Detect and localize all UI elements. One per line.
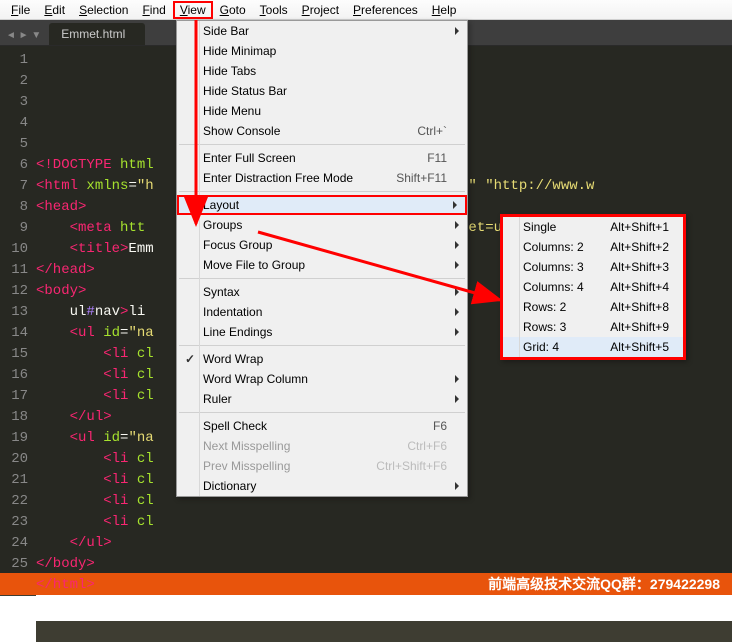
menu-goto[interactable]: Goto xyxy=(213,1,253,19)
menu-item-focus-group[interactable]: Focus Group xyxy=(177,235,467,255)
menu-item-indentation[interactable]: Indentation xyxy=(177,302,467,322)
menu-item-word-wrap-column[interactable]: Word Wrap Column xyxy=(177,369,467,389)
menu-item-next-misspelling: Next MisspellingCtrl+F6 xyxy=(177,436,467,456)
menu-preferences[interactable]: Preferences xyxy=(346,1,425,19)
menu-edit[interactable]: Edit xyxy=(37,1,72,19)
menu-selection[interactable]: Selection xyxy=(72,1,135,19)
tab-label: Emmet.html xyxy=(61,27,125,41)
menu-item-hide-status-bar[interactable]: Hide Status Bar xyxy=(177,81,467,101)
view-dropdown-menu: Side BarHide MinimapHide TabsHide Status… xyxy=(176,20,468,497)
file-tab[interactable]: Emmet.html xyxy=(49,23,145,45)
layout-columns-4[interactable]: Columns: 4Alt+Shift+4 xyxy=(503,277,683,297)
submenu-arrow-icon xyxy=(455,221,459,229)
submenu-arrow-icon xyxy=(453,201,457,209)
menu-item-line-endings[interactable]: Line Endings xyxy=(177,322,467,342)
submenu-arrow-icon xyxy=(455,261,459,269)
submenu-arrow-icon xyxy=(455,308,459,316)
layout-rows-3[interactable]: Rows: 3Alt+Shift+9 xyxy=(503,317,683,337)
submenu-arrow-icon xyxy=(455,328,459,336)
menu-item-side-bar[interactable]: Side Bar xyxy=(177,21,467,41)
submenu-arrow-icon xyxy=(455,241,459,249)
menu-item-dictionary[interactable]: Dictionary xyxy=(177,476,467,496)
menu-tools[interactable]: Tools xyxy=(253,1,295,19)
layout-columns-2[interactable]: Columns: 2Alt+Shift+2 xyxy=(503,237,683,257)
menu-item-enter-distraction-free-mode[interactable]: Enter Distraction Free ModeShift+F11 xyxy=(177,168,467,188)
layout-columns-3[interactable]: Columns: 3Alt+Shift+3 xyxy=(503,257,683,277)
layout-single[interactable]: SingleAlt+Shift+1 xyxy=(503,217,683,237)
menu-item-prev-misspelling: Prev MisspellingCtrl+Shift+F6 xyxy=(177,456,467,476)
menu-find[interactable]: Find xyxy=(135,1,172,19)
submenu-arrow-icon xyxy=(455,375,459,383)
menu-item-groups[interactable]: Groups xyxy=(177,215,467,235)
menu-item-hide-minimap[interactable]: Hide Minimap xyxy=(177,41,467,61)
submenu-arrow-icon xyxy=(455,288,459,296)
menu-item-syntax[interactable]: Syntax xyxy=(177,282,467,302)
submenu-arrow-icon xyxy=(455,395,459,403)
line-gutter: 1234567891011121314151617181920212223242… xyxy=(0,46,36,576)
menu-file[interactable]: File xyxy=(4,1,37,19)
menu-item-hide-tabs[interactable]: Hide Tabs xyxy=(177,61,467,81)
menu-help[interactable]: Help xyxy=(425,1,464,19)
check-icon: ✓ xyxy=(185,352,195,366)
menu-item-layout[interactable]: Layout xyxy=(177,195,467,215)
submenu-arrow-icon xyxy=(455,27,459,35)
submenu-arrow-icon xyxy=(455,482,459,490)
layout-grid-4[interactable]: Grid: 4Alt+Shift+5 xyxy=(503,337,683,357)
tab-nav-icons[interactable]: ◄ ► ▼ xyxy=(6,30,41,45)
menu-item-move-file-to-group[interactable]: Move File to Group xyxy=(177,255,467,275)
menu-item-show-console[interactable]: Show ConsoleCtrl+` xyxy=(177,121,467,141)
current-line-highlight xyxy=(36,621,732,642)
menu-item-word-wrap[interactable]: ✓Word Wrap xyxy=(177,349,467,369)
menu-item-enter-full-screen[interactable]: Enter Full ScreenF11 xyxy=(177,148,467,168)
menu-item-spell-check[interactable]: Spell CheckF6 xyxy=(177,416,467,436)
layout-rows-2[interactable]: Rows: 2Alt+Shift+8 xyxy=(503,297,683,317)
menu-item-hide-menu[interactable]: Hide Menu xyxy=(177,101,467,121)
menu-view[interactable]: View xyxy=(173,1,213,19)
layout-submenu: SingleAlt+Shift+1Columns: 2Alt+Shift+2Co… xyxy=(500,214,686,360)
menu-item-ruler[interactable]: Ruler xyxy=(177,389,467,409)
menubar: FileEditSelectionFindViewGotoToolsProjec… xyxy=(0,0,732,20)
menu-project[interactable]: Project xyxy=(295,1,346,19)
